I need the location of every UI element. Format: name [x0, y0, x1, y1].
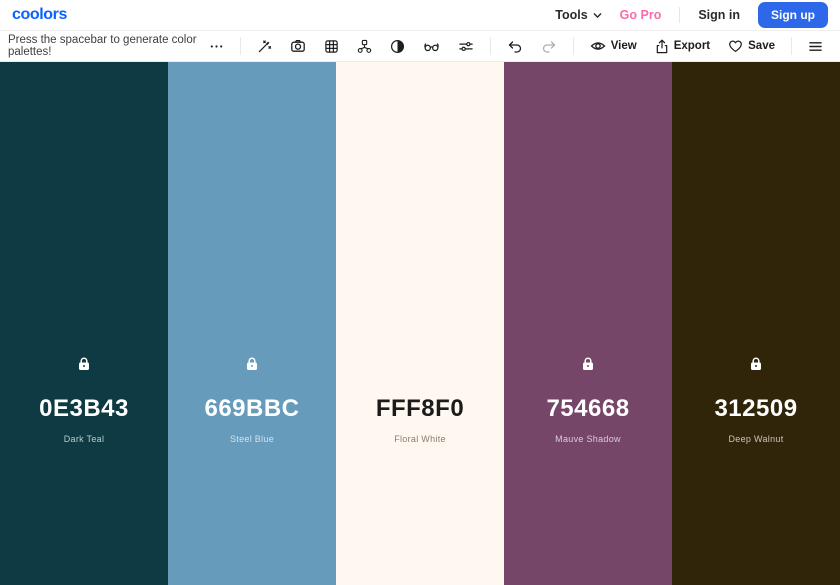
color-name[interactable]: Steel Blue: [230, 434, 274, 444]
toolbar-divider: [791, 37, 792, 55]
palette-toolbar: Press the spacebar to generate color pal…: [0, 31, 840, 62]
color-column-2[interactable]: 669BBC Steel Blue: [168, 62, 336, 585]
magic-wand-icon: [258, 39, 271, 52]
header-nav: Tools Go Pro Sign in Sign up: [555, 2, 828, 28]
redo-button[interactable]: [534, 35, 564, 57]
camera-icon: [290, 39, 305, 52]
export-icon: [656, 39, 668, 53]
redo-icon: [542, 41, 555, 53]
toolbar-divider: [239, 37, 241, 55]
hamburger-icon: [809, 41, 822, 51]
hex-code[interactable]: 0E3B43: [39, 395, 129, 423]
hex-code[interactable]: FFF8F0: [376, 395, 464, 423]
hex-code[interactable]: 312509: [714, 395, 797, 423]
grid-icon: [324, 39, 338, 53]
sign-up-button[interactable]: Sign up: [758, 2, 828, 28]
color-column-4[interactable]: 754668 Mauve Shadow: [504, 62, 672, 585]
eye-icon: [590, 42, 606, 50]
view-label: View: [610, 40, 637, 52]
contrast-checker-button[interactable]: [383, 35, 412, 58]
color-column-3[interactable]: FFF8F0 Floral White: [336, 62, 504, 585]
tools-label: Tools: [555, 8, 588, 22]
color-name[interactable]: Deep Walnut: [729, 434, 784, 444]
toolbar-actions: View Export Save: [202, 34, 830, 58]
lock-icon: [751, 357, 761, 370]
sign-in-link[interactable]: Sign in: [698, 8, 740, 22]
top-header: coolors Tools Go Pro Sign in Sign up: [0, 0, 840, 31]
glasses-icon: [424, 42, 439, 51]
chevron-down-icon: [593, 12, 602, 18]
export-label: Export: [673, 40, 711, 52]
visualizer-button[interactable]: [350, 35, 379, 58]
toolbar-divider: [572, 37, 574, 55]
view-button[interactable]: View: [583, 35, 644, 57]
ellipsis-icon: [210, 44, 222, 48]
tools-menu[interactable]: Tools: [555, 8, 602, 22]
generate-method-button[interactable]: [250, 35, 279, 58]
toolbar-divider: [489, 37, 491, 55]
camera-button[interactable]: [283, 34, 313, 58]
contrast-icon: [390, 39, 404, 53]
visualizer-nodes-icon: [357, 39, 371, 53]
header-divider: [679, 7, 681, 23]
palette-grid-button[interactable]: [317, 35, 346, 58]
undo-button[interactable]: [500, 35, 530, 57]
save-button[interactable]: Save: [721, 35, 782, 57]
lock-button[interactable]: [750, 357, 762, 371]
color-column-5[interactable]: 312509 Deep Walnut: [672, 62, 840, 585]
spacebar-hint: Press the spacebar to generate color pal…: [8, 34, 197, 58]
menu-button[interactable]: [801, 36, 830, 57]
lock-icon: [583, 357, 593, 370]
coolors-logo[interactable]: coolors: [12, 6, 67, 24]
export-button[interactable]: Export: [648, 35, 717, 58]
adjust-palette-button[interactable]: [451, 35, 481, 58]
more-options-button[interactable]: [202, 35, 231, 58]
lock-button[interactable]: [582, 357, 594, 371]
color-blindness-button[interactable]: [416, 35, 447, 58]
lock-icon: [79, 357, 89, 370]
hex-code[interactable]: 669BBC: [204, 395, 299, 423]
save-label: Save: [748, 40, 775, 52]
lock-button[interactable]: [246, 357, 258, 371]
heart-icon: [729, 40, 743, 53]
color-column-1[interactable]: 0E3B43 Dark Teal: [0, 62, 168, 585]
lock-icon: [247, 357, 257, 370]
color-name[interactable]: Dark Teal: [64, 434, 105, 444]
undo-icon: [508, 41, 521, 53]
go-pro-link[interactable]: Go Pro: [620, 8, 662, 22]
sliders-icon: [459, 41, 473, 51]
color-name[interactable]: Floral White: [394, 434, 446, 444]
palette-area: 0E3B43 Dark Teal 669BBC Steel Blue FFF8F…: [0, 62, 840, 585]
hex-code[interactable]: 754668: [546, 395, 629, 423]
color-name[interactable]: Mauve Shadow: [555, 434, 621, 444]
lock-button[interactable]: [78, 357, 90, 371]
